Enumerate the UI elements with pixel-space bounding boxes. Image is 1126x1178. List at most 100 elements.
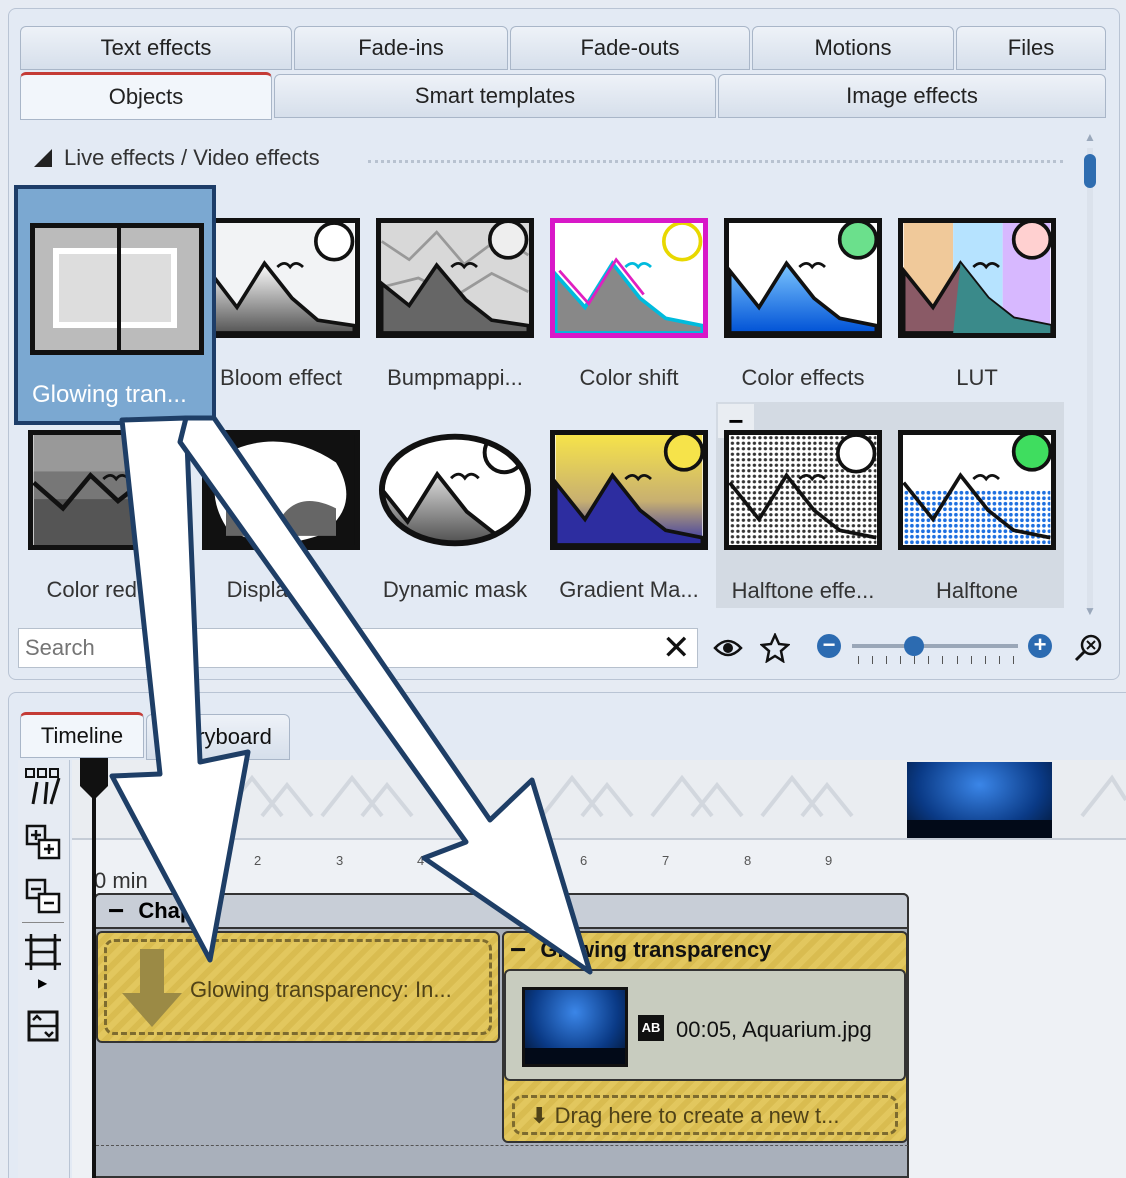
clip-filename: Aquarium.jpg (742, 1017, 872, 1042)
add-track-icon[interactable] (23, 822, 63, 862)
ruler-tick-label: 8 (744, 853, 752, 868)
tab-text-effects[interactable]: Text effects (20, 26, 292, 70)
effect-label: LUT (956, 365, 998, 390)
effect-color-effects[interactable]: Color effects (716, 180, 890, 390)
effect-label: Bloom effect (220, 365, 342, 390)
tab-smart-templates[interactable]: Smart templates (274, 74, 716, 118)
clip-thumbnail (522, 987, 628, 1067)
effect-displacement[interactable]: Displacer... (194, 392, 368, 602)
effect-label: Bumpmappi... (387, 365, 523, 390)
dynamic-mask-thumbnail (376, 430, 534, 550)
effect-halftone-effect[interactable]: − Halftone effe... (716, 402, 890, 608)
effect-lut[interactable]: LUT (890, 180, 1064, 390)
zoom-slider-ticks (858, 656, 1014, 666)
ruler-tick-label: 3 (336, 853, 344, 868)
effect-glowing-transparency[interactable]: Glowing tran... (14, 185, 216, 425)
section-title: Live effects / Video effects (64, 145, 320, 170)
ruler-tick-label: 2 (254, 853, 262, 868)
bumpmapping-thumbnail (376, 218, 534, 338)
drag-down-icon: ⬇ (530, 1103, 549, 1128)
search-input[interactable] (18, 628, 698, 668)
expand-arrow-icon[interactable]: ▶ (38, 976, 47, 990)
zoom-slider[interactable] (852, 644, 1018, 648)
crop-frame-icon[interactable] (23, 932, 63, 972)
effect-object[interactable]: − Glowing transparency AB 00:05, Aquariu… (502, 931, 908, 1143)
tab-objects[interactable]: Objects (20, 72, 272, 120)
tab-storyboard[interactable]: Storyboard (146, 714, 290, 760)
playhead-icon[interactable] (78, 758, 110, 802)
displacement-thumbnail (202, 430, 360, 550)
cut-tool-icon[interactable] (23, 766, 63, 806)
scroll-up-icon[interactable]: ▲ (1083, 130, 1097, 144)
color-reduction-thumbnail (28, 430, 186, 550)
effect-label: Color shift (579, 365, 679, 390)
ruler-start-label: 0 min (94, 868, 148, 893)
clear-search-icon[interactable]: ✕ (662, 631, 691, 665)
halftone-thumbnail (898, 430, 1056, 550)
effect-label: Halftone (936, 578, 1018, 603)
ruler-tick-label: 9 (825, 853, 833, 868)
tab-image-effects[interactable]: Image effects (718, 74, 1106, 118)
effect-dynamic-mask[interactable]: Dynamic mask (368, 392, 542, 602)
color-effects-thumbnail (724, 218, 882, 338)
lut-thumbnail (898, 218, 1056, 338)
effect-object-title: Glowing transparency (540, 937, 772, 962)
drop-slot[interactable]: Glowing transparency: In... (96, 931, 500, 1043)
preview-strip (72, 760, 1126, 840)
tab-motions[interactable]: Motions (752, 26, 954, 70)
effect-label: Displacer... (226, 577, 336, 602)
drag-hint-label: Drag here to create a new t... (554, 1103, 840, 1128)
effect-bumpmapping[interactable]: Bumpmappi... (368, 180, 542, 390)
effect-label: Color redu... (46, 577, 168, 602)
ruler-tick-label: 6 (580, 853, 588, 868)
eye-icon[interactable] (710, 630, 746, 666)
tab-fade-ins[interactable]: Fade-ins (294, 26, 508, 70)
image-clip[interactable]: AB 00:05, Aquarium.jpg (504, 969, 906, 1081)
effect-color-shift[interactable]: Color shift (542, 180, 716, 390)
drag-hint[interactable]: ⬇ Drag here to create a new t... (530, 1103, 840, 1129)
gradient-map-thumbnail (550, 430, 708, 550)
ruler-tick-label: 7 (662, 853, 670, 868)
effect-label: Color effects (741, 365, 865, 390)
clip-duration: 00:05, (676, 1017, 738, 1042)
tab-fade-outs[interactable]: Fade-outs (510, 26, 750, 70)
effect-label: Glowing tran... (32, 381, 187, 408)
playhead-line[interactable] (92, 760, 96, 1178)
effects-scrollbar[interactable]: ▲ ▼ (1083, 130, 1097, 620)
bloom-thumbnail (202, 218, 360, 338)
star-icon[interactable] (757, 630, 793, 666)
scrollbar-thumb[interactable] (1084, 154, 1096, 188)
effect-bloom[interactable]: Bloom effect (194, 180, 368, 390)
collapse-triangle-icon[interactable] (34, 149, 52, 167)
zoom-fit-icon[interactable] (1070, 630, 1106, 666)
clip-info: 00:05, Aquarium.jpg (676, 1017, 872, 1043)
chapter-title: Chapter (138, 898, 222, 923)
glowing-transparency-thumbnail (30, 223, 204, 355)
down-arrow-icon (122, 949, 182, 1027)
tab-files[interactable]: Files (956, 26, 1106, 70)
zoom-in-icon[interactable]: + (1028, 634, 1052, 658)
scroll-down-icon[interactable]: ▼ (1083, 604, 1097, 618)
fit-frame-icon[interactable] (23, 1006, 63, 1046)
ruler-tick-label: 4 (417, 853, 425, 868)
color-shift-thumbnail (550, 218, 708, 338)
collapse-icon[interactable]: − (108, 897, 124, 925)
effect-halftone[interactable]: Halftone (890, 402, 1064, 608)
halftone-effect-thumbnail (724, 430, 882, 550)
aquarium-preview-thumbnail (907, 762, 1052, 838)
zoom-slider-knob[interactable] (904, 636, 924, 656)
drop-slot-label: Glowing transparency: In... (190, 977, 452, 1002)
track-divider (96, 1145, 908, 1146)
chapter-header[interactable]: − Chapter (94, 893, 909, 929)
effect-label: Dynamic mask (382, 577, 528, 602)
timeline-toolbar: ▶ (18, 760, 70, 1178)
effect-gradient-map[interactable]: Gradient Ma... (542, 392, 716, 602)
collapse-icon[interactable]: − (510, 936, 526, 964)
remove-track-icon[interactable] (23, 876, 63, 916)
section-header[interactable]: Live effects / Video effects (34, 142, 320, 174)
text-overlay-icon[interactable]: AB (638, 1015, 664, 1041)
effect-label: Halftone effe... (731, 578, 875, 603)
section-divider (368, 160, 1063, 163)
zoom-out-icon[interactable]: − (817, 634, 841, 658)
tab-timeline[interactable]: Timeline (20, 712, 144, 758)
